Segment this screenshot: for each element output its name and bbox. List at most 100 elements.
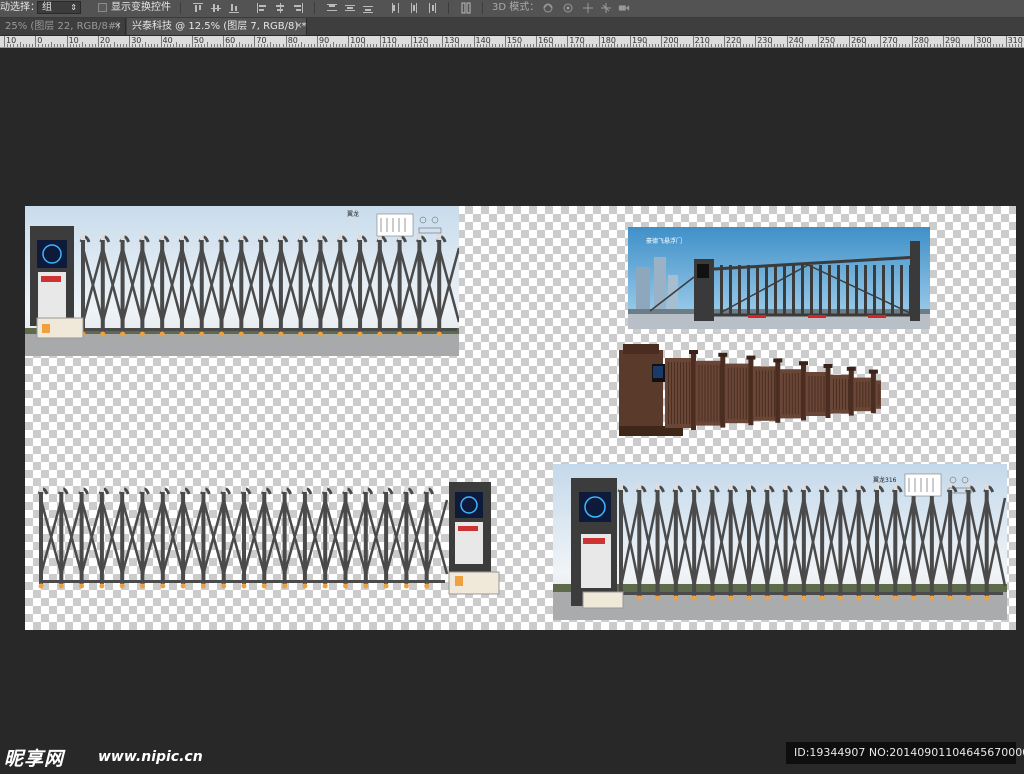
ruler-minor-tick — [122, 44, 124, 47]
ruler-minor-tick — [1014, 44, 1016, 47]
auto-select-dropdown[interactable]: 组 ⇕ — [37, 1, 81, 14]
ruler-major-tick — [97, 36, 99, 47]
align-bottom-icon[interactable] — [228, 2, 240, 14]
ruler-minor-tick — [727, 44, 729, 47]
ruler-minor-tick — [219, 44, 221, 47]
ruler-minor-tick — [313, 44, 315, 47]
ruler-minor-tick — [645, 42, 647, 47]
gate-image-sliding-blue[interactable]: 豪德飞悬浮门 — [628, 227, 930, 329]
ruler-minor-tick — [529, 44, 531, 47]
distribute-left-icon[interactable] — [390, 2, 402, 14]
ruler-minor-tick — [986, 44, 988, 47]
watermark-url: www.nipic.cn — [98, 749, 203, 765]
ruler-minor-tick — [839, 44, 841, 47]
align-right-icon[interactable] — [292, 2, 304, 14]
ruler-minor-tick — [805, 44, 807, 47]
close-icon[interactable]: × — [114, 18, 122, 35]
ruler-minor-tick — [169, 44, 171, 47]
document-tab-bar: 25% (图层 22, RGB/8#) × 兴泰科技 @ 12.5% (图层 7… — [0, 18, 1024, 36]
ruler-minor-tick — [107, 44, 109, 47]
ruler-minor-tick — [248, 44, 250, 47]
ruler-minor-tick — [561, 44, 563, 47]
gate-image-bottom-left-transparent[interactable] — [33, 472, 501, 602]
ruler-minor-tick — [141, 44, 143, 47]
drag-3d-icon[interactable] — [582, 2, 594, 14]
ruler-minor-tick — [573, 44, 575, 47]
divider — [314, 2, 315, 14]
rotate-3d-icon[interactable] — [542, 2, 554, 14]
align-left-icon[interactable] — [256, 2, 268, 14]
ruler-minor-tick — [335, 44, 337, 47]
auto-select-label: 动选择： — [0, 2, 40, 13]
scale-3d-icon[interactable] — [618, 2, 630, 14]
align-hcenter-icon[interactable] — [274, 2, 286, 14]
ruler-minor-tick — [32, 44, 34, 47]
ruler-minor-tick — [226, 44, 228, 47]
options-bar: 动选择： 组 ⇕ 显示变换控件 3D 模式： — [0, 0, 1024, 18]
ruler-minor-tick — [601, 44, 603, 47]
horizontal-ruler[interactable]: 10 0 10 20 30 40 50 60 70 80 90 100 110 120 130 140 150 1… — [0, 36, 1024, 48]
ruler-minor-tick — [686, 44, 688, 47]
ruler-minor-tick — [514, 44, 516, 47]
distribute-vcenter-icon[interactable] — [344, 2, 356, 14]
ruler-minor-tick — [291, 44, 293, 47]
ruler-minor-tick — [676, 42, 678, 47]
ruler-minor-tick — [730, 44, 732, 47]
tab-document-1[interactable]: 25% (图层 22, RGB/8#) × — [0, 18, 126, 35]
ruler-minor-tick — [304, 44, 306, 47]
ruler-minor-tick — [363, 42, 365, 47]
tab-document-2[interactable]: 兴泰科技 @ 12.5% (图层 7, RGB/8) * × — [127, 18, 307, 35]
ruler-minor-tick — [282, 44, 284, 47]
distribute-hcenter-icon[interactable] — [408, 2, 420, 14]
distribute-top-icon[interactable] — [326, 2, 338, 14]
show-transform-checkbox[interactable] — [98, 3, 107, 12]
ruler-minor-tick — [623, 44, 625, 47]
ruler-major-tick — [598, 36, 600, 47]
ruler-minor-tick — [783, 44, 785, 47]
ruler-minor-tick — [830, 44, 832, 47]
distribute-right-icon[interactable] — [426, 2, 438, 14]
ruler-minor-tick — [445, 44, 447, 47]
roll-3d-icon[interactable] — [562, 2, 574, 14]
ruler-minor-tick — [326, 44, 328, 47]
ruler-minor-tick — [648, 44, 650, 47]
document-canvas[interactable]: 翼龙 豪德飞悬浮门 翼龙316 — [25, 206, 1016, 630]
ruler-minor-tick — [204, 44, 206, 47]
auto-align-icon[interactable] — [460, 2, 472, 14]
ruler-major-tick — [473, 36, 475, 47]
ruler-minor-tick — [245, 44, 246, 47]
ruler-minor-tick — [69, 44, 71, 47]
ruler-minor-tick — [855, 44, 857, 47]
close-icon[interactable]: × — [295, 18, 303, 35]
ruler-minor-tick — [479, 44, 481, 47]
ruler-minor-tick — [1018, 44, 1020, 47]
ruler-minor-tick — [614, 42, 616, 47]
ruler-minor-tick — [398, 44, 400, 47]
ruler-minor-tick — [717, 44, 719, 47]
ruler-minor-tick — [836, 44, 838, 47]
ruler-minor-tick — [780, 44, 782, 47]
ruler-minor-tick — [388, 44, 390, 47]
ruler-minor-tick — [799, 44, 801, 47]
ruler-minor-tick — [861, 44, 863, 47]
ruler-minor-tick — [489, 42, 491, 47]
slide-3d-icon[interactable] — [600, 2, 612, 14]
ruler-minor-tick — [542, 44, 544, 47]
svg-text:豪德飞悬浮门: 豪德飞悬浮门 — [646, 237, 682, 245]
ruler-minor-tick — [151, 44, 153, 47]
ruler-minor-tick — [13, 44, 15, 47]
ruler-minor-tick — [332, 42, 334, 47]
gate-image-bottom-right[interactable]: 翼龙316 — [553, 464, 1007, 620]
gate-image-top-left[interactable]: 翼龙 — [25, 206, 459, 356]
ruler-minor-tick — [439, 44, 441, 47]
gate-image-brown-segmented[interactable] — [617, 340, 881, 436]
align-top-icon[interactable] — [192, 2, 204, 14]
ruler-minor-tick — [486, 44, 488, 47]
distribute-bottom-icon[interactable] — [362, 2, 374, 14]
ruler-minor-tick — [892, 44, 894, 47]
ruler-minor-tick — [980, 44, 982, 47]
align-vcenter-icon[interactable] — [210, 2, 222, 14]
ruler-minor-tick — [423, 44, 425, 47]
ruler-minor-tick — [382, 44, 384, 47]
ruler-minor-tick — [554, 44, 556, 47]
